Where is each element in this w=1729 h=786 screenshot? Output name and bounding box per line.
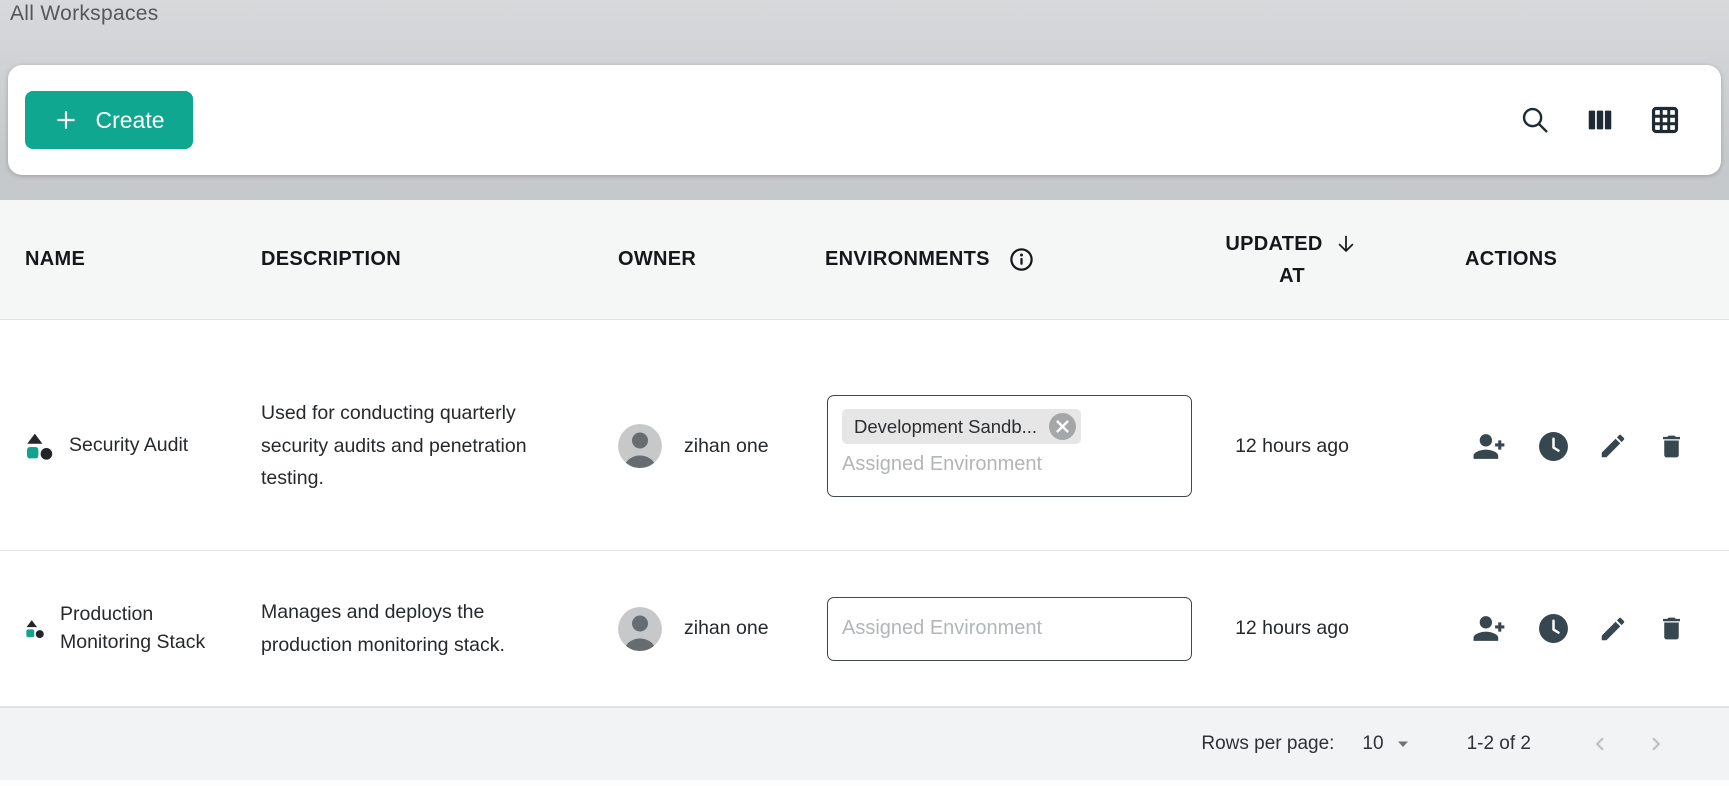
add-user-button[interactable] (1472, 428, 1509, 465)
history-button[interactable] (1538, 613, 1569, 644)
table-header-row: NAME DESCRIPTION OWNER ENVIRONMENTS UPDA… (0, 200, 1729, 320)
view-column-icon (1585, 105, 1615, 135)
pencil-icon (1598, 614, 1628, 644)
environments-placeholder: Assigned Environment (842, 617, 1042, 640)
column-header-name[interactable]: NAME (25, 200, 85, 319)
column-header-actions: ACTIONS (1465, 200, 1557, 319)
table-pagination: Rows per page: 10 1-2 of 2 (0, 707, 1729, 780)
info-icon[interactable] (1008, 246, 1035, 273)
workspace-name: Security Audit (69, 432, 231, 460)
column-view-button[interactable] (1583, 103, 1617, 137)
environments-select[interactable]: Assigned Environment (827, 597, 1192, 661)
column-header-owner[interactable]: OWNER (618, 200, 696, 319)
workspaces-page: All Workspaces Create (0, 0, 1729, 786)
grid-view-button[interactable] (1647, 102, 1683, 138)
trash-icon (1657, 432, 1686, 461)
environments-select[interactable]: Development Sandb... Assigned Environmen… (827, 395, 1192, 497)
updated-at: 12 hours ago (1192, 551, 1392, 706)
clock-icon (1538, 613, 1569, 644)
updated-at-header-line2: AT (1279, 265, 1305, 288)
workspaces-table: NAME DESCRIPTION OWNER ENVIRONMENTS UPDA… (0, 200, 1729, 707)
plus-icon (53, 107, 79, 133)
workspace-description: Manages and deploys the production monit… (261, 551, 576, 706)
column-header-updated-at[interactable]: UPDATED AT (1192, 200, 1392, 319)
owner-name: zihan one (684, 435, 769, 458)
environments-placeholder: Assigned Environment (842, 453, 1177, 476)
pencil-icon (1598, 431, 1628, 461)
chevron-down-icon (1395, 736, 1411, 752)
prev-page-button[interactable] (1583, 727, 1617, 761)
add-user-button[interactable] (1472, 610, 1509, 647)
environment-chip-label: Development Sandb... (854, 416, 1037, 438)
rows-per-page-label: Rows per page: (1201, 733, 1334, 755)
workspace-icon (25, 432, 54, 461)
rows-per-page-value: 10 (1362, 733, 1383, 755)
avatar (618, 607, 662, 651)
edit-button[interactable] (1598, 614, 1628, 644)
edit-button[interactable] (1598, 431, 1628, 461)
workspace-name: Production Monitoring Stack (60, 601, 222, 656)
chevron-left-icon (1587, 731, 1613, 757)
delete-button[interactable] (1657, 432, 1686, 461)
history-button[interactable] (1538, 431, 1569, 462)
toolbar-icon-group (1517, 65, 1683, 175)
avatar (618, 424, 662, 468)
search-icon (1519, 104, 1551, 136)
clock-icon (1538, 431, 1569, 462)
toolbar: Create (8, 65, 1721, 175)
close-icon (1056, 420, 1069, 433)
bottom-strip (0, 780, 1729, 786)
environments-header-label: ENVIRONMENTS (825, 248, 990, 271)
table-row: Production Monitoring Stack Manages and … (0, 551, 1729, 707)
create-button-label: Create (95, 107, 164, 134)
environment-chip: Development Sandb... (842, 409, 1081, 444)
column-header-description[interactable]: DESCRIPTION (261, 200, 401, 319)
page-title: All Workspaces (10, 2, 159, 26)
grid-view-icon (1649, 104, 1681, 136)
create-button[interactable]: Create (25, 91, 193, 149)
search-button[interactable] (1517, 102, 1553, 138)
workspace-icon (25, 619, 45, 639)
page-range: 1-2 of 2 (1467, 733, 1531, 755)
add-user-icon (1472, 428, 1509, 465)
workspace-description: Used for conducting quarterly security a… (261, 320, 576, 550)
chevron-right-icon (1643, 731, 1669, 757)
delete-button[interactable] (1657, 614, 1686, 643)
updated-at: 12 hours ago (1192, 320, 1392, 550)
owner-name: zihan one (684, 617, 769, 640)
sort-desc-icon[interactable] (1333, 231, 1359, 257)
rows-per-page-select[interactable]: 10 (1362, 733, 1410, 755)
next-page-button[interactable] (1639, 727, 1673, 761)
table-row: Security Audit Used for conducting quart… (0, 320, 1729, 551)
updated-at-header-line1: UPDATED (1225, 233, 1322, 256)
chip-remove-button[interactable] (1049, 413, 1076, 440)
column-header-environments[interactable]: ENVIRONMENTS (825, 200, 1035, 319)
add-user-icon (1472, 610, 1509, 647)
trash-icon (1657, 614, 1686, 643)
